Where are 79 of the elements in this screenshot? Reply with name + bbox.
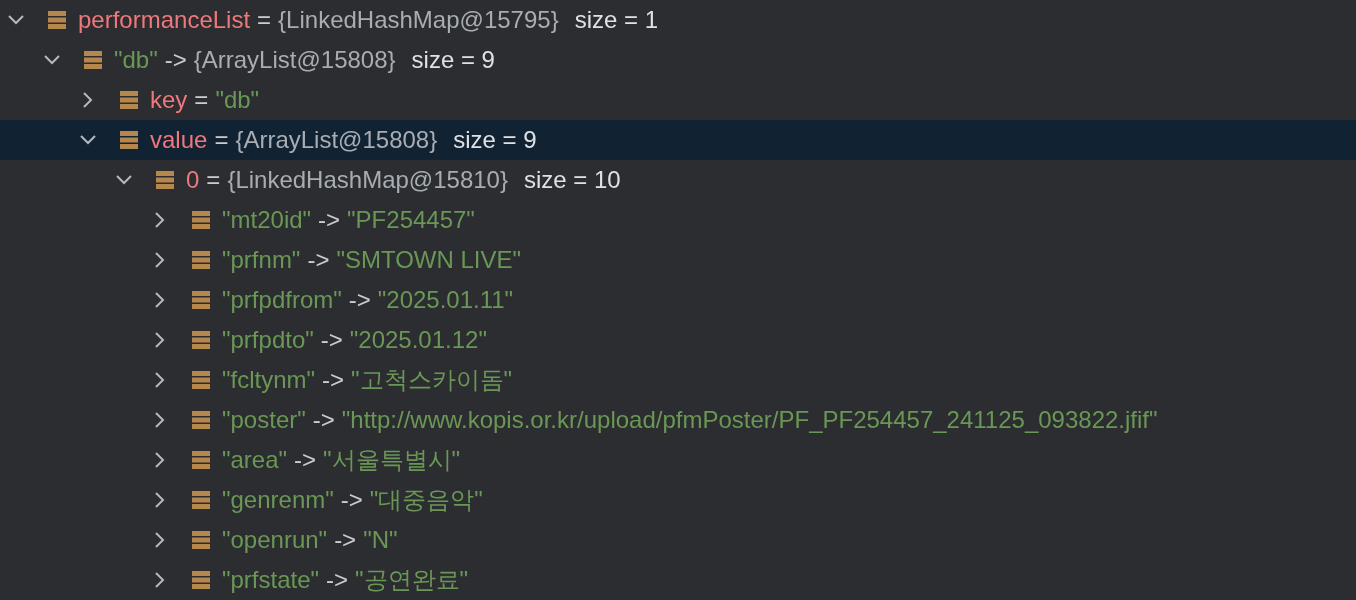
variable-name: "prfpdfrom" [222,286,342,314]
tree-row[interactable]: "prfpdto" -> "2025.01.12" [0,320,1356,360]
operator: -> [334,526,357,554]
tree-row[interactable]: value = {ArrayList@15808} size = 9 [0,120,1356,160]
variable-value: "N" [363,526,398,554]
variable-name: 0 [186,166,200,194]
operator: -> [320,326,343,354]
tree-row[interactable]: "fcltynm" -> "고척스카이돔" [0,360,1356,400]
tree-row[interactable]: "openrun" -> "N" [0,520,1356,560]
variable-name: "genrenm" [222,486,334,514]
operator: = [194,86,209,114]
variable-name: "fcltynm" [222,366,316,394]
variable-value: "PF254457" [347,206,475,234]
variable-value: "고척스카이돔" [351,365,513,395]
size-label: size = 9 [411,46,495,74]
variable-value: "SMTOWN LIVE" [336,246,522,274]
variable-name: "mt20id" [222,206,312,234]
stacked-bars-icon [192,490,210,510]
operator: = [214,126,229,154]
operator: = [206,166,221,194]
size-label: size = 10 [523,166,621,194]
stacked-bars-icon [48,10,66,30]
operator: -> [322,366,345,394]
size-label: size = 9 [453,126,537,154]
operator: -> [294,446,317,474]
variable-value: "http://www.kopis.or.kr/upload/pfmPoster/PF_PF254457_241125_093822.jfif" [341,406,1158,434]
variable-value: "2025.01.12" [349,326,487,354]
operator: -> [164,46,187,74]
tree-row[interactable]: "mt20id" -> "PF254457" [0,200,1356,240]
stacked-bars-icon [192,330,210,350]
variable-name: "openrun" [222,526,328,554]
size-label: size = 1 [574,6,659,34]
variable-value: {ArrayList@15808} [193,46,396,74]
variable-name: performanceList [78,6,251,34]
tree-row[interactable]: 0 = {LinkedHashMap@15810} size = 10 [0,160,1356,200]
stacked-bars-icon [192,210,210,230]
tree-row[interactable]: "prfnm" -> "SMTOWN LIVE" [0,240,1356,280]
stacked-bars-icon [120,130,138,150]
variable-value: "2025.01.11" [377,286,514,314]
variable-name: "prfnm" [222,246,301,274]
tree-row[interactable]: "db" -> {ArrayList@15808} size = 9 [0,40,1356,80]
tree-row[interactable]: "prfpdfrom" -> "2025.01.11" [0,280,1356,320]
variable-name: "poster" [222,406,306,434]
variable-value: {LinkedHashMap@15810} [227,166,508,194]
variable-value: "db" [215,86,260,114]
variable-name: "prfpdto" [222,326,314,354]
stacked-bars-icon [192,570,210,590]
variable-name: value [150,126,208,154]
variable-value: {LinkedHashMap@15795} [278,6,559,34]
operator: -> [340,486,363,514]
stacked-bars-icon [156,170,174,190]
variable-name: key [150,86,188,114]
stacked-bars-icon [192,250,210,270]
stacked-bars-icon [84,50,102,70]
stacked-bars-icon [192,370,210,390]
variable-name: "prfstate" [222,566,320,594]
stacked-bars-icon [192,530,210,550]
variable-value: {ArrayList@15808} [235,126,438,154]
tree-row[interactable]: key = "db" [0,80,1356,120]
stacked-bars-icon [192,410,210,430]
variable-value: "서울특별시" [323,445,461,475]
variable-name: "db" [114,46,158,74]
tree-row[interactable]: "genrenm" -> "대중음악" [0,480,1356,520]
operator: = [257,6,272,34]
operator: -> [312,406,335,434]
tree-row[interactable]: "prfstate" -> "공연완료" [0,560,1356,600]
operator: -> [307,246,330,274]
stacked-bars-icon [192,450,210,470]
operator: -> [348,286,371,314]
tree-row[interactable]: "area" -> "서울특별시" [0,440,1356,480]
stacked-bars-icon [120,90,138,110]
operator: -> [326,566,349,594]
variable-name: "area" [222,446,288,474]
operator: -> [318,206,341,234]
tree-row[interactable]: "poster" -> "http://www.kopis.or.kr/upload/pfmPoster/PF_PF254457_241125_093822.jfif" [0,400,1356,440]
variable-value: "공연완료" [355,565,469,595]
tree-row[interactable]: performanceList = {LinkedHashMap@15795} size = 1 [0,0,1356,40]
stacked-bars-icon [192,290,210,310]
variable-value: "대중음악" [369,485,483,515]
